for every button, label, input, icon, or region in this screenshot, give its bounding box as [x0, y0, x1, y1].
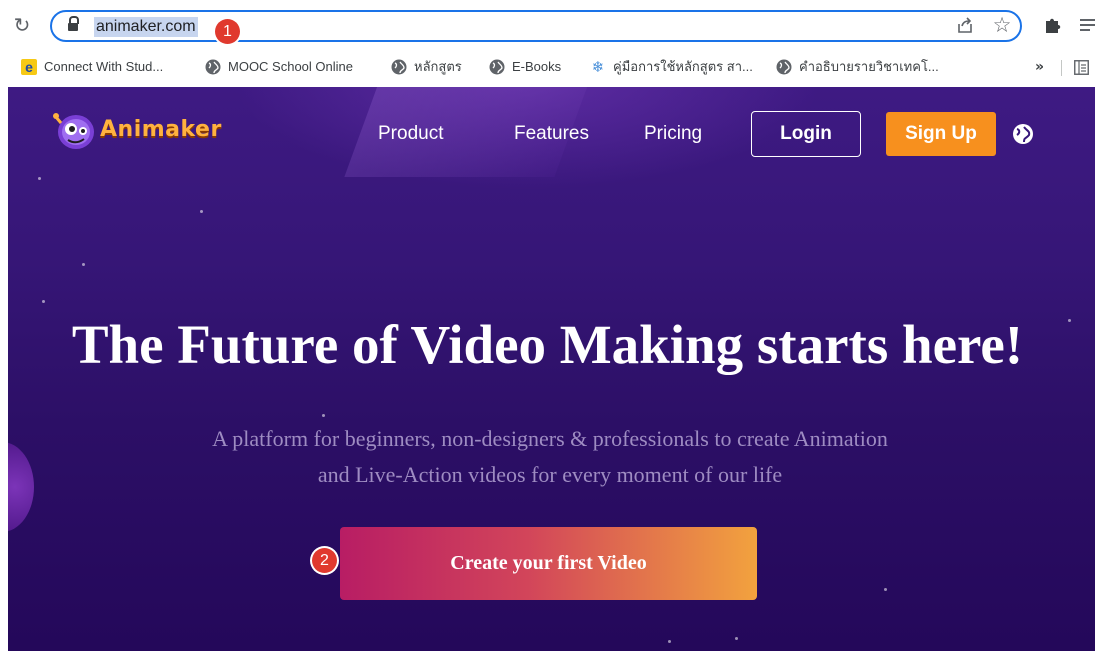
e-icon: e	[21, 58, 37, 75]
bookmark-mooc[interactable]: MOOC School Online	[205, 56, 353, 78]
bookmarks-overflow-button[interactable]: »	[1035, 56, 1044, 78]
animaker-hero: Animaker Product Features Pricing Login …	[8, 87, 1095, 651]
bookmark-label: E-Books	[512, 59, 562, 74]
signup-button[interactable]: Sign Up	[886, 112, 996, 156]
hero-subtitle: A platform for beginners, non-designers …	[120, 421, 980, 493]
bookmark-ebooks[interactable]: E-Books	[489, 56, 561, 78]
decorative-star	[884, 588, 887, 591]
nav-features[interactable]: Features	[514, 123, 589, 145]
bookmarks-bar: e Connect With Stud... MOOC School Online…	[0, 52, 1095, 82]
logo-text: Animaker	[100, 117, 222, 142]
decorative-star	[200, 210, 203, 213]
decorative-star	[82, 263, 85, 266]
bookmark-course-desc[interactable]: คำอธิบายรายวิชาเทคโ...	[776, 56, 939, 78]
bookmark-label: คำอธิบายรายวิชาเทคโ...	[799, 59, 939, 74]
share-icon[interactable]	[956, 16, 974, 34]
decorative-star	[735, 637, 738, 640]
bookmarks-divider	[1061, 60, 1062, 76]
browser-toolbar: ↻ animaker.com 1 ☆	[0, 0, 1095, 52]
snowflake-icon: ❄	[591, 57, 605, 76]
globe-icon	[776, 59, 792, 75]
globe-language-icon[interactable]	[1012, 123, 1034, 145]
nav-product[interactable]: Product	[378, 123, 443, 145]
bookmark-curriculum[interactable]: หลักสูตร	[391, 56, 462, 78]
menu-icon[interactable]	[1080, 16, 1095, 34]
globe-icon	[391, 59, 407, 75]
subtitle-line: A platform for beginners, non-designers …	[212, 426, 888, 451]
decorative-star	[322, 414, 325, 417]
reload-icon[interactable]: ↻	[12, 14, 32, 36]
animaker-logo[interactable]: Animaker	[52, 109, 222, 153]
step-marker-2: 2	[312, 548, 337, 573]
nav-pricing[interactable]: Pricing	[644, 123, 702, 145]
address-bar[interactable]: animaker.com	[50, 10, 1022, 42]
bookmark-label: หลักสูตร	[414, 59, 462, 74]
star-icon[interactable]: ☆	[991, 13, 1013, 37]
step-marker-1: 1	[215, 19, 240, 44]
decorative-star	[38, 177, 41, 180]
lock-icon[interactable]	[68, 16, 79, 32]
globe-icon	[489, 59, 505, 75]
login-button[interactable]: Login	[751, 111, 861, 157]
reading-list-icon[interactable]	[1074, 60, 1089, 75]
globe-icon	[205, 59, 221, 75]
mascot-icon	[53, 113, 94, 149]
decorative-star	[668, 640, 671, 643]
puzzle-icon[interactable]	[1043, 15, 1063, 35]
decorative-star	[42, 300, 45, 303]
bookmark-label: คู่มือการใช้หลักสูตร สา...	[613, 59, 753, 74]
bookmark-connect[interactable]: e Connect With Stud...	[21, 56, 163, 78]
create-video-button[interactable]: Create your first Video	[340, 527, 757, 600]
subtitle-line: and Live-Action videos for every moment …	[317, 462, 783, 487]
bookmark-manual[interactable]: ❄ คู่มือการใช้หลักสูตร สา...	[590, 56, 753, 78]
bookmark-label: MOOC School Online	[228, 59, 353, 74]
hero-headline: The Future of Video Making starts here!	[71, 314, 1024, 375]
bookmark-label: Connect With Stud...	[44, 59, 164, 74]
decorative-planet	[8, 442, 34, 532]
url-text[interactable]: animaker.com	[94, 17, 198, 37]
